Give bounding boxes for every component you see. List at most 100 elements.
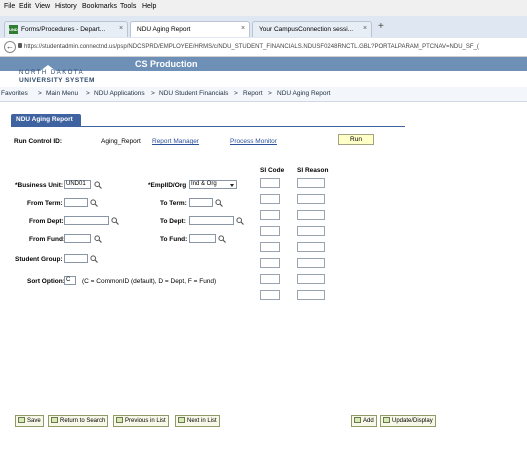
si-code-input[interactable] bbox=[260, 226, 280, 236]
emplid-org-value: Ind & Org bbox=[191, 181, 217, 187]
si-code-input[interactable] bbox=[260, 242, 280, 252]
return-to-search-button[interactable]: Return to Search bbox=[48, 415, 109, 427]
si-code-input[interactable] bbox=[260, 210, 280, 220]
update-display-icon bbox=[383, 417, 390, 424]
si-reason-input[interactable] bbox=[297, 290, 325, 300]
to-fund-input[interactable] bbox=[189, 234, 216, 243]
previous-in-list-button[interactable]: Previous in List bbox=[113, 415, 169, 427]
si-reason-header: SI Reason bbox=[297, 167, 329, 174]
menu-bookmarks[interactable]: Bookmarks bbox=[82, 3, 117, 10]
report-manager-link[interactable]: Report Manager bbox=[152, 138, 199, 145]
breadcrumb-favorites[interactable]: Favorites bbox=[1, 90, 28, 97]
lookup-icon[interactable] bbox=[94, 235, 102, 243]
address-bar: ← https://studentadmin.connectnd.us/psp/… bbox=[0, 38, 527, 57]
add-label: Add bbox=[363, 418, 374, 424]
process-monitor-link[interactable]: Process Monitor bbox=[230, 138, 277, 145]
save-icon bbox=[18, 417, 25, 424]
next-in-list-button[interactable]: Next in List bbox=[175, 415, 220, 427]
emplid-org-select[interactable]: Ind & Org bbox=[189, 180, 237, 189]
from-fund-input[interactable] bbox=[64, 234, 91, 243]
business-unit-label: *Business Unit: bbox=[15, 182, 64, 189]
lookup-icon[interactable] bbox=[94, 181, 102, 189]
sort-option-label: Sort Option: bbox=[27, 278, 65, 285]
add-button[interactable]: Add bbox=[351, 415, 377, 427]
si-reason-input[interactable] bbox=[297, 274, 325, 284]
si-reason-input[interactable] bbox=[297, 210, 325, 220]
lookup-icon[interactable] bbox=[218, 235, 226, 243]
tab-ndu-aging-report[interactable]: NDU Aging Report × bbox=[130, 21, 250, 37]
breadcrumb-ndu-applications[interactable]: NDU Applications bbox=[94, 90, 145, 97]
from-dept-input[interactable] bbox=[64, 216, 109, 225]
tab-label: NDU Aging Report bbox=[137, 26, 191, 33]
breadcrumb-sep: > bbox=[38, 90, 42, 97]
close-icon[interactable]: × bbox=[241, 25, 245, 32]
si-reason-input[interactable] bbox=[297, 242, 325, 252]
logo-text-line1: NORTH DAKOTA bbox=[19, 70, 85, 76]
student-group-input[interactable] bbox=[64, 254, 88, 263]
close-icon[interactable]: × bbox=[119, 25, 123, 32]
browser-tab-bar: UND Forms/Procedures - Depart... × NDU A… bbox=[0, 16, 527, 39]
from-term-input[interactable] bbox=[64, 198, 88, 207]
save-label: Save bbox=[27, 418, 41, 424]
update-display-label: Update/Display bbox=[392, 418, 433, 424]
page-tab-ndu-aging-report[interactable]: NDU Aging Report bbox=[11, 114, 81, 126]
lookup-icon[interactable] bbox=[90, 199, 98, 207]
to-fund-label: To Fund: bbox=[160, 236, 188, 243]
close-icon[interactable]: × bbox=[363, 25, 367, 32]
menu-file[interactable]: File bbox=[4, 3, 15, 10]
to-dept-input[interactable] bbox=[189, 216, 234, 225]
si-reason-input[interactable] bbox=[297, 226, 325, 236]
lookup-icon[interactable] bbox=[215, 199, 223, 207]
next-in-list-label: Next in List bbox=[187, 418, 217, 424]
si-reason-input[interactable] bbox=[297, 194, 325, 204]
new-tab-button[interactable]: + bbox=[378, 21, 384, 32]
back-arrow-icon[interactable]: ← bbox=[4, 41, 16, 53]
breadcrumb-main-menu[interactable]: Main Menu bbox=[46, 90, 78, 97]
si-reason-input[interactable] bbox=[297, 178, 325, 188]
si-code-input[interactable] bbox=[260, 258, 280, 268]
business-unit-input[interactable]: UND01 bbox=[64, 180, 91, 189]
si-code-input[interactable] bbox=[260, 290, 280, 300]
breadcrumb: Favorites > Main Menu > NDU Applications… bbox=[0, 87, 527, 102]
si-code-input[interactable] bbox=[260, 274, 280, 284]
tab-campus-connection[interactable]: Your CampusConnection sessi... × bbox=[252, 21, 372, 37]
app-header: CS Production NORTH DAKOTA UNIVERSITY SY… bbox=[0, 57, 527, 87]
chevron-down-icon bbox=[230, 184, 234, 187]
lookup-icon[interactable] bbox=[236, 217, 244, 225]
run-button[interactable]: Run bbox=[338, 134, 374, 145]
update-display-button[interactable]: Update/Display bbox=[380, 415, 436, 427]
breadcrumb-sep: > bbox=[234, 90, 238, 97]
sort-option-help: (C = CommonID (default), D = Dept, F = F… bbox=[82, 278, 217, 285]
environment-banner bbox=[0, 57, 527, 71]
url-field[interactable]: https://studentadmin.connectnd.us/psp/ND… bbox=[24, 41, 527, 53]
menu-help[interactable]: Help bbox=[142, 3, 156, 10]
menu-edit[interactable]: Edit bbox=[19, 3, 31, 10]
to-term-input[interactable] bbox=[189, 198, 213, 207]
previous-in-list-label: Previous in List bbox=[125, 418, 166, 424]
menu-tools[interactable]: Tools bbox=[120, 3, 136, 10]
breadcrumb-report[interactable]: Report bbox=[243, 90, 263, 97]
from-dept-label: From Dept: bbox=[29, 218, 64, 225]
add-icon bbox=[354, 417, 361, 424]
run-control-label: Run Control ID: bbox=[14, 138, 63, 145]
breadcrumb-ndu-student-financials[interactable]: NDU Student Financials bbox=[159, 90, 228, 97]
menu-view[interactable]: View bbox=[35, 3, 50, 10]
to-term-label: To Term: bbox=[160, 200, 187, 207]
search-icon bbox=[51, 417, 58, 424]
lock-icon bbox=[18, 43, 22, 48]
si-code-input[interactable] bbox=[260, 194, 280, 204]
tab-forms-procedures[interactable]: UND Forms/Procedures - Depart... × bbox=[4, 21, 128, 37]
si-code-input[interactable] bbox=[260, 178, 280, 188]
si-reason-input[interactable] bbox=[297, 258, 325, 268]
menu-history[interactable]: History bbox=[55, 3, 77, 10]
student-group-label: Student Group: bbox=[15, 256, 63, 263]
browser-menu-bar: File Edit View History Bookmarks Tools H… bbox=[0, 0, 527, 16]
lookup-icon[interactable] bbox=[111, 217, 119, 225]
sort-option-input[interactable]: C bbox=[64, 276, 76, 285]
lookup-icon[interactable] bbox=[90, 255, 98, 263]
run-control-value: Aging_Report bbox=[101, 138, 141, 145]
breadcrumb-sep: > bbox=[86, 90, 90, 97]
save-button[interactable]: Save bbox=[15, 415, 44, 427]
breadcrumb-sep: > bbox=[268, 90, 272, 97]
environment-title: CS Production bbox=[135, 59, 198, 69]
